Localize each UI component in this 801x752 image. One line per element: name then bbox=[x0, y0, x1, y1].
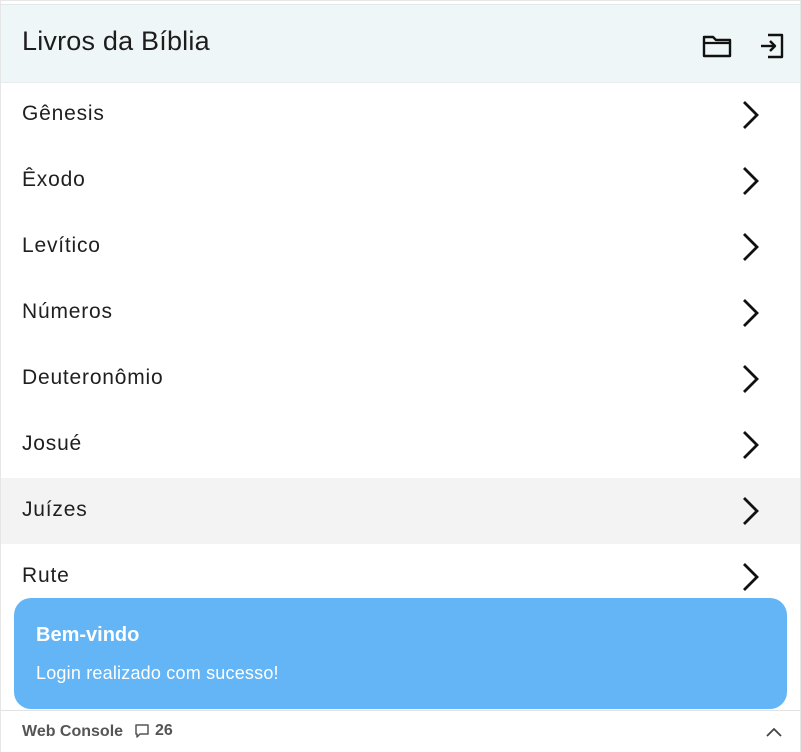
book-list-item[interactable]: Gênesis bbox=[1, 82, 800, 148]
console-count: 26 bbox=[155, 722, 173, 739]
chevron-right-icon bbox=[743, 365, 759, 393]
page-title: Livros da Bíblia bbox=[22, 26, 210, 56]
book-label: Êxodo bbox=[22, 168, 86, 191]
console-messages[interactable]: 26 bbox=[134, 722, 173, 740]
folder-icon bbox=[702, 35, 732, 58]
chevron-right-icon bbox=[743, 431, 759, 459]
book-label: Rute bbox=[22, 564, 70, 587]
console-toggle-button[interactable] bbox=[763, 722, 785, 742]
message-icon bbox=[135, 724, 149, 738]
app-header: Livros da Bíblia bbox=[1, 4, 800, 83]
book-list-item[interactable]: Josué bbox=[1, 412, 800, 478]
logout-button[interactable] bbox=[755, 29, 789, 63]
toast-message: Login realizado com sucesso! bbox=[36, 663, 279, 683]
web-console-bar[interactable]: Web Console 26 bbox=[1, 710, 800, 752]
chevron-right-icon bbox=[743, 497, 759, 525]
toast-title: Bem-vindo bbox=[36, 624, 140, 646]
folder-button[interactable] bbox=[700, 29, 734, 63]
chevron-right-icon bbox=[743, 563, 759, 591]
book-label: Juízes bbox=[22, 498, 88, 521]
books-list: Gênesis Êxodo Levítico Números Deuteronômio J… bbox=[1, 82, 800, 610]
book-list-item[interactable]: Números bbox=[1, 280, 800, 346]
book-list-item[interactable]: Juízes bbox=[1, 478, 800, 544]
chevron-right-icon bbox=[743, 299, 759, 327]
logout-icon bbox=[761, 33, 784, 59]
book-label: Levítico bbox=[22, 234, 101, 257]
book-label: Deuteronômio bbox=[22, 366, 164, 389]
toast-notification: Bem-vindo Login realizado com sucesso! bbox=[14, 598, 787, 709]
app-window: Livros da Bíblia Gênesis Êxodo Levítico Núm… bbox=[0, 0, 801, 752]
book-label: Josué bbox=[22, 432, 83, 455]
console-label: Web Console bbox=[22, 723, 124, 740]
chevron-right-icon bbox=[743, 167, 759, 195]
book-list-item[interactable]: Levítico bbox=[1, 214, 800, 280]
book-label: Números bbox=[22, 300, 113, 323]
book-label: Gênesis bbox=[22, 102, 105, 125]
book-list-item[interactable]: Deuteronômio bbox=[1, 346, 800, 412]
chevron-up-icon bbox=[766, 728, 782, 737]
chevron-right-icon bbox=[743, 101, 759, 129]
book-list-item[interactable]: Êxodo bbox=[1, 148, 800, 214]
chevron-right-icon bbox=[743, 233, 759, 261]
